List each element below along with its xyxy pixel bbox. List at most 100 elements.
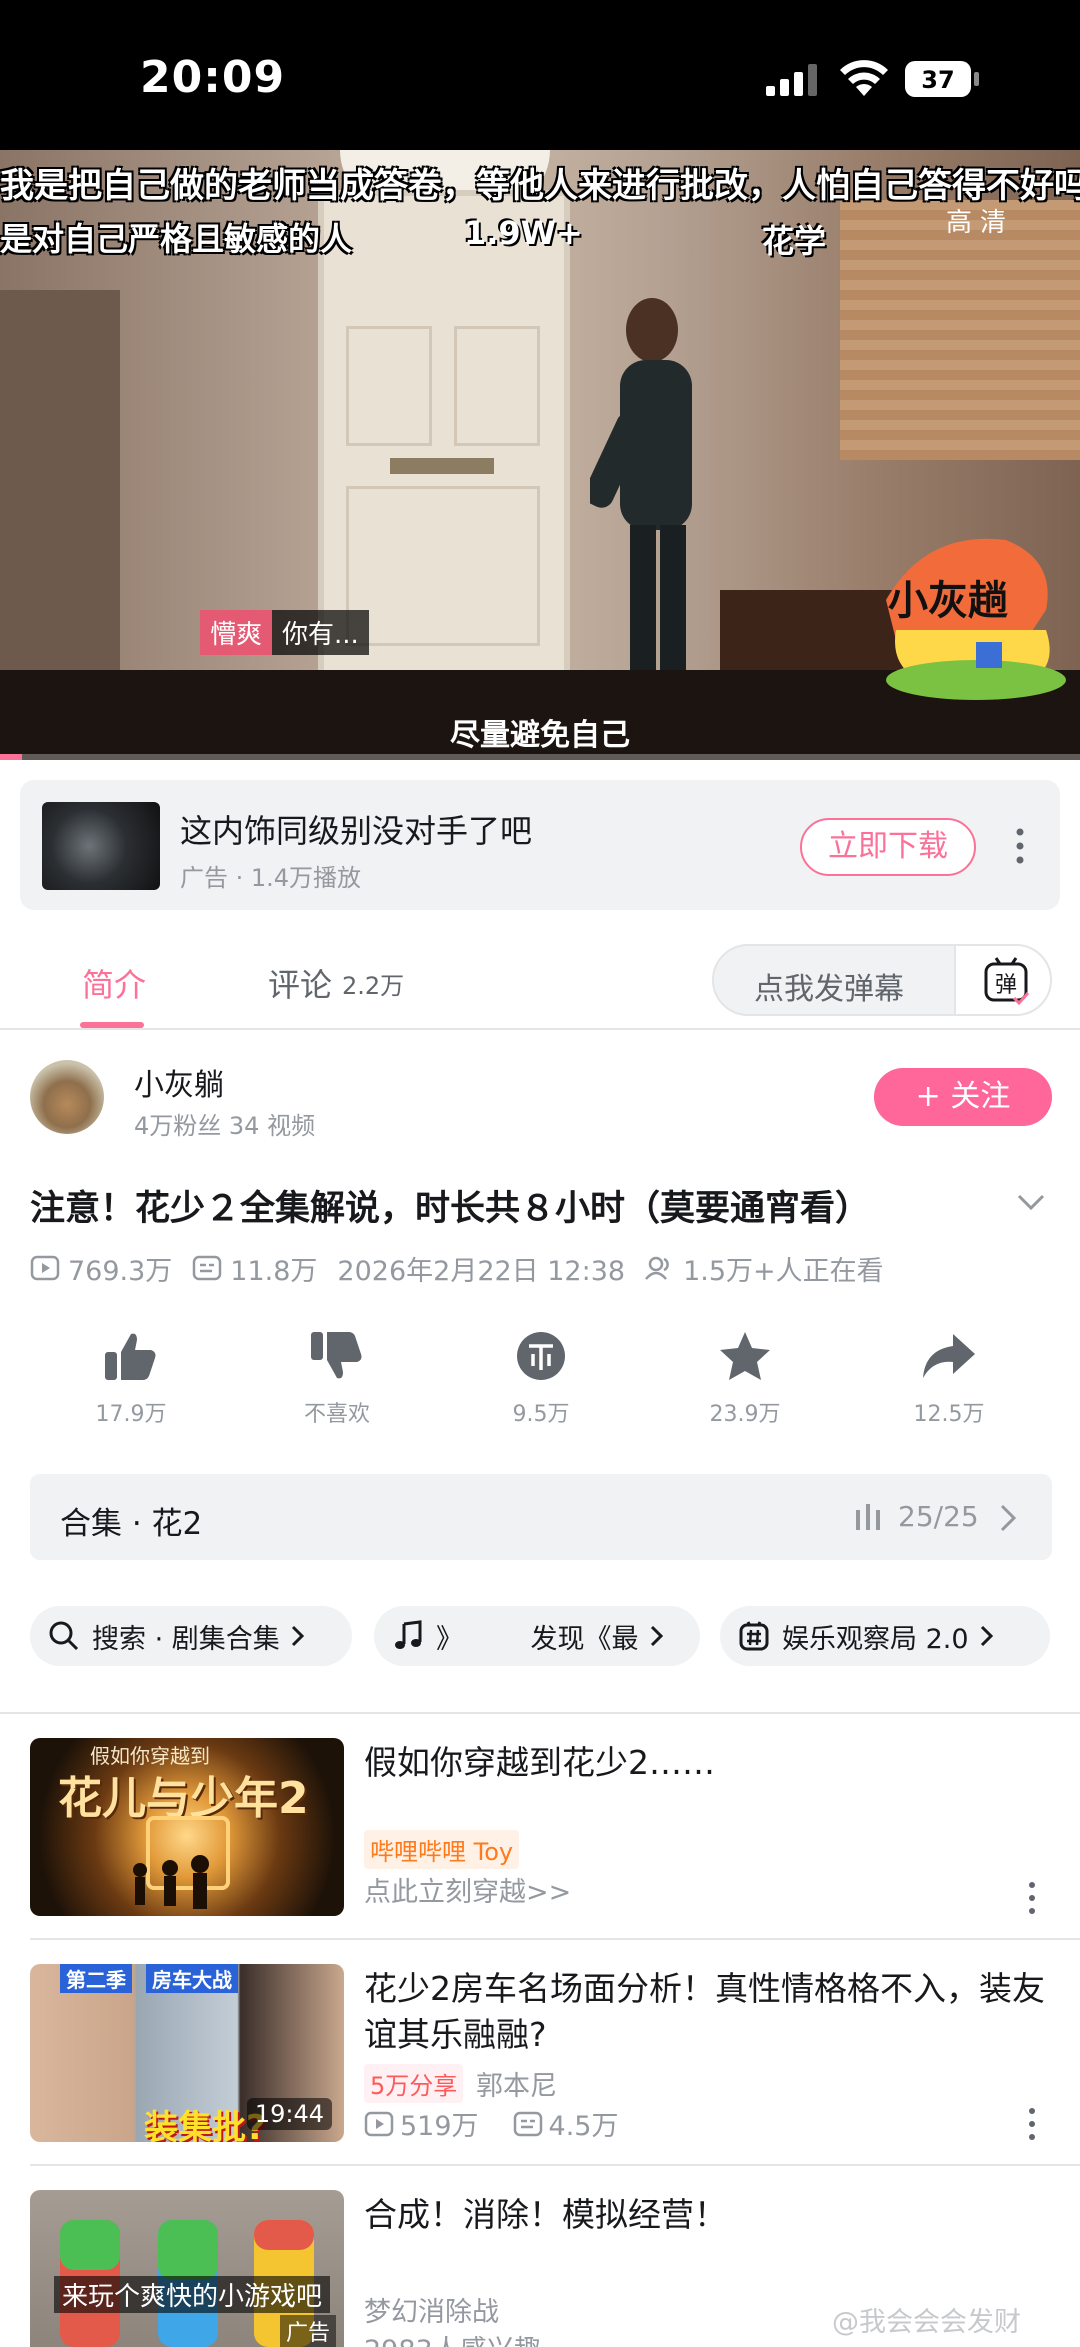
watching-icon bbox=[645, 1256, 669, 1280]
chip-topic[interactable]: 娱乐观察局 2.0 bbox=[720, 1606, 1050, 1666]
list-item-interest: 2983人感兴趣 bbox=[364, 2328, 541, 2347]
section-divider bbox=[0, 1712, 1080, 1714]
video-name-tag-name: 懵爽 bbox=[200, 610, 273, 655]
ad-download-button[interactable]: 立即下载 bbox=[800, 818, 976, 876]
more-options-icon[interactable] bbox=[1010, 824, 1030, 868]
ad-banner[interactable]: 这内饰同级别没对手了吧 广告 · 1.4万播放 立即下载 bbox=[20, 780, 1060, 910]
search-icon bbox=[49, 1621, 79, 1651]
like-count: 17.9万 bbox=[95, 1402, 167, 1427]
thumbnail-caption: 来玩个爽快的小游戏吧 bbox=[54, 2276, 331, 2313]
chip-label: 搜索 · 剧集合集 bbox=[92, 1623, 280, 1655]
video-danmaku-line: 我是把自己做的老师当成答卷，等他人来进行批改，人怕自己答得不好吗 bbox=[0, 166, 1080, 206]
battery-level: 37 bbox=[921, 66, 954, 94]
video-thumbnail: 第二季 房车大战 装集批? 19:44 bbox=[30, 1964, 344, 2142]
danmaku-count-icon bbox=[513, 2111, 542, 2136]
battery-icon: 37 bbox=[905, 61, 979, 97]
share-badge: 5万分享 bbox=[364, 2064, 464, 2103]
video-danmaku-views: 1.9W+ bbox=[464, 214, 583, 252]
more-options-icon[interactable] bbox=[1026, 1880, 1038, 1916]
thumbnail-figures bbox=[133, 1816, 230, 1909]
list-item-title: 合成！消除！模拟经营！ bbox=[364, 2195, 727, 2234]
play-count: 769.3万 bbox=[68, 1255, 173, 1287]
detail-tabs: 简介 评论 2.2万 点我发弹幕 弹 bbox=[0, 930, 1080, 1030]
thumb-up-icon bbox=[105, 1333, 156, 1380]
video-danmaku-label: 花学 bbox=[762, 222, 827, 260]
status-bar: 20:09 37 bbox=[0, 0, 1080, 150]
danmaku-input[interactable]: 点我发弹幕 bbox=[754, 964, 904, 1008]
video-quality-label[interactable]: 高清 bbox=[946, 202, 1014, 239]
chip-music[interactable]: 》 发现《最 bbox=[374, 1606, 700, 1666]
video-danmaku-line: 是对自己严格且敏感的人 bbox=[0, 220, 353, 258]
collection-count: 25/25 bbox=[898, 1500, 979, 1533]
dislike-label: 不喜欢 bbox=[303, 1402, 370, 1427]
chip-label: 娱乐观察局 2.0 bbox=[782, 1623, 969, 1655]
danmaku-icon: 弹 bbox=[984, 957, 1030, 1006]
danmaku-input-bar[interactable]: 点我发弹幕 弹 bbox=[712, 944, 1052, 1016]
list-item-author: 郭本尼 bbox=[476, 2071, 557, 2102]
tab-comments-count: 2.2万 bbox=[342, 972, 405, 1000]
video-subtitle: 尽量避免自己 bbox=[450, 718, 630, 753]
list-item-title: 假如你穿越到花少2…… bbox=[364, 1743, 715, 1782]
video-player[interactable]: 我是把自己做的老师当成答卷，等他人来进行批改，人怕自己答得不好吗 是对自己严格且… bbox=[0, 150, 1080, 760]
music-note-icon bbox=[395, 1620, 422, 1649]
video-name-tag-text: 你有... bbox=[272, 610, 369, 655]
thumbnail-tag: 第二季 bbox=[60, 1964, 132, 1993]
uploader-name[interactable]: 小灰躺 bbox=[134, 1060, 224, 1104]
tab-intro[interactable]: 简介 bbox=[82, 960, 146, 1006]
more-options-icon[interactable] bbox=[1026, 2106, 1038, 2142]
collection-bar[interactable]: 合集 · 花2 25/25 bbox=[30, 1474, 1052, 1560]
video-duration: 19:44 bbox=[246, 2098, 332, 2130]
video-scene-person bbox=[590, 298, 692, 695]
uploader-avatar[interactable] bbox=[30, 1060, 104, 1134]
favorite-button[interactable]: 23.9万 bbox=[680, 1330, 810, 1428]
status-time: 20:09 bbox=[140, 52, 286, 103]
video-title: 注意！花少２全集解说，时长共８小时（莫要通宵看） bbox=[30, 1189, 871, 1229]
list-item-stats: 519万 4.5万 bbox=[364, 2104, 619, 2143]
list-item-plays: 519万 bbox=[400, 2111, 479, 2142]
thumbnail-tag: 房车大战 bbox=[146, 1964, 238, 1993]
video-meta: 769.3万 11.8万 2026年2月22日 12:38 1.5万+人正在看 bbox=[30, 1250, 884, 1287]
share-button[interactable]: 12.5万 bbox=[884, 1330, 1014, 1428]
coin-count: 9.5万 bbox=[512, 1402, 570, 1427]
watching-count: 1.5万+人正在看 bbox=[683, 1255, 884, 1287]
watermark-text: @我会会会发财 bbox=[832, 2307, 1021, 2338]
chevron-right-icon bbox=[1000, 1504, 1017, 1532]
chevron-down-icon[interactable] bbox=[1016, 1192, 1046, 1212]
uploader-stats: 4万粉丝 34 视频 bbox=[134, 1112, 316, 1140]
like-button[interactable]: 17.9万 bbox=[66, 1330, 196, 1428]
ad-thumbnail bbox=[42, 802, 160, 890]
video-thumbnail: 假如你穿越到 花儿与少年2 bbox=[30, 1738, 344, 1916]
channel-logo-text: 小灰趟 bbox=[888, 578, 1008, 624]
row-divider bbox=[30, 2164, 1080, 2166]
svg-text:弹: 弹 bbox=[995, 973, 1017, 998]
video-progress-fill bbox=[0, 754, 22, 760]
dislike-button[interactable]: 不喜欢 bbox=[272, 1330, 402, 1428]
danmaku-count: 11.8万 bbox=[230, 1255, 318, 1287]
chip-search[interactable]: 搜索 · 剧集合集 bbox=[30, 1606, 352, 1666]
list-item[interactable]: 第二季 房车大战 装集批? 19:44 花少2房车名场面分析！真性情格格不入，装… bbox=[0, 1964, 1080, 2164]
tab-comments[interactable]: 评论 bbox=[268, 960, 332, 1006]
ad-title: 这内饰同级别没对手了吧 bbox=[180, 812, 533, 850]
share-count: 12.5万 bbox=[913, 1402, 985, 1427]
danmaku-count-icon bbox=[193, 1255, 222, 1281]
chip-label: 》 发现《最 bbox=[436, 1623, 639, 1655]
cellular-signal-icon bbox=[766, 64, 817, 96]
coin-button[interactable]: 9.5万 bbox=[476, 1330, 606, 1428]
favorite-count: 23.9万 bbox=[709, 1402, 781, 1427]
share-icon bbox=[923, 1334, 975, 1378]
chevron-right-icon bbox=[291, 1625, 304, 1647]
list-item-subtitle: 点此立刻穿越>> bbox=[364, 1877, 572, 1908]
video-scene-window bbox=[840, 200, 1080, 460]
topic-hash-icon bbox=[739, 1621, 769, 1651]
thumb-down-icon bbox=[311, 1332, 362, 1379]
chevron-right-icon bbox=[980, 1625, 993, 1647]
ad-meta: 广告 · 1.4万播放 bbox=[180, 864, 362, 892]
video-progress-bar[interactable] bbox=[0, 754, 1080, 760]
danmaku-toggle-button[interactable]: 弹 bbox=[954, 946, 1050, 1014]
playlist-bars-icon bbox=[856, 1504, 880, 1530]
follow-button[interactable]: + 关注 bbox=[874, 1068, 1052, 1126]
list-item[interactable]: 假如你穿越到 花儿与少年2 假如你穿越到花少2…… 哔哩哔哩 Toy 点此立刻穿… bbox=[0, 1738, 1080, 1938]
star-icon bbox=[720, 1332, 770, 1380]
video-thumbnail: 来玩个爽快的小游戏吧 广告 bbox=[30, 2190, 344, 2347]
coin-icon bbox=[517, 1332, 565, 1380]
